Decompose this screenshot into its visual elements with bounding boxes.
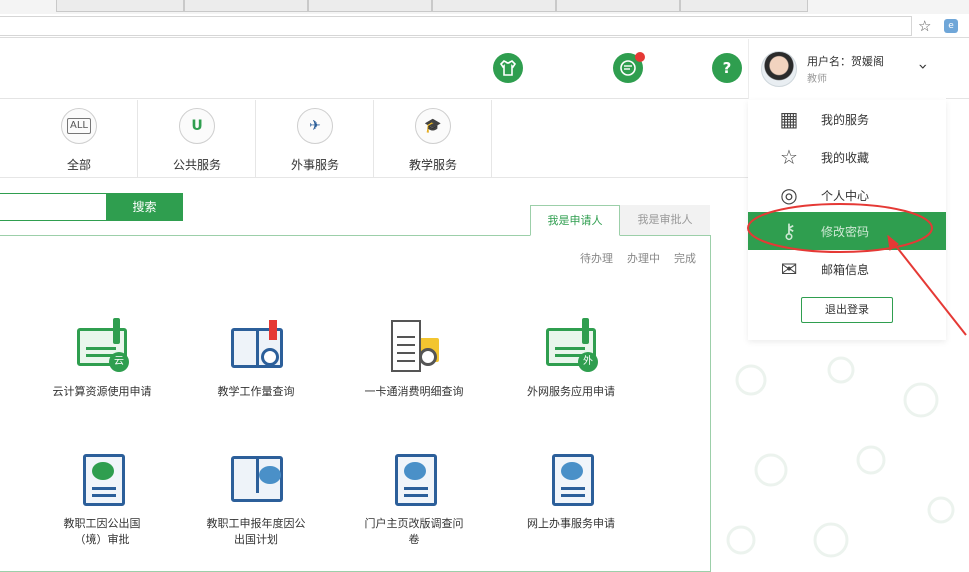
category-label: 公共服务 <box>172 158 221 172</box>
mail-icon: ✉ <box>780 257 798 281</box>
browser-tab[interactable] <box>184 0 308 12</box>
menu-item-label: 修改密码 <box>821 225 870 239</box>
online-service-icon <box>542 450 600 508</box>
browser-extension-icon[interactable]: e <box>944 19 958 33</box>
notification-badge <box>635 52 645 62</box>
user-icon: ◎ <box>780 183 798 207</box>
menu-item-change-password[interactable]: ⚷ 修改密码 <box>748 212 946 250</box>
category-public-service[interactable]: U 公共服务 <box>138 100 256 178</box>
app-label: 教职工申报年度因公 出国计划 <box>206 517 306 546</box>
menu-item-label: 我的服务 <box>821 113 870 127</box>
app-cloud-resource[interactable]: 云 云计算资源使用申请 <box>27 318 177 400</box>
filter-pending[interactable]: 待办理 <box>580 250 613 266</box>
annual-plan-icon <box>227 450 285 508</box>
user-name: 用户名：贺媛阁 <box>807 55 884 68</box>
tab-approver[interactable]: 我是审批人 <box>620 205 710 236</box>
app-travel-approval[interactable]: 教职工因公出国 （境）审批 <box>27 450 177 548</box>
category-label: 全部 <box>66 158 91 172</box>
avatar <box>761 51 797 87</box>
user-menu-toggle[interactable]: 用户名：贺媛阁 教师 ‹ <box>748 39 946 99</box>
browser-tab[interactable] <box>680 0 808 12</box>
search-input[interactable] <box>0 193 107 221</box>
logout-button[interactable]: 退出登录 <box>801 297 893 323</box>
category-teaching[interactable]: 🎓 教学服务 <box>374 100 492 178</box>
category-foreign-affairs[interactable]: ✈ 外事服务 <box>256 100 374 178</box>
menu-item-label: 个人中心 <box>821 189 870 203</box>
card-consumption-icon <box>385 318 443 376</box>
app-portal-survey[interactable]: 门户主页改版调查问 卷 <box>339 450 489 548</box>
browser-tab[interactable] <box>308 0 432 12</box>
bookmark-star-icon[interactable]: ☆ <box>918 17 931 35</box>
category-bar: ALL 全部 U 公共服务 ✈ 外事服务 🎓 教学服务 <box>0 100 750 178</box>
external-network-icon: 外 <box>542 318 600 376</box>
menu-item-label: 我的收藏 <box>821 151 870 165</box>
browser-toolbar: ☆ e <box>0 14 969 38</box>
app-label: 教学工作量查询 <box>217 385 295 398</box>
app-card-consumption[interactable]: 一卡通消费明细查询 <box>339 318 489 400</box>
graduation-cap-icon: 🎓 <box>415 108 451 144</box>
menu-item-my-services[interactable]: ▦ 我的服务 <box>748 100 946 138</box>
travel-approval-icon <box>73 450 131 508</box>
app-label: 教职工因公出国 （境）审批 <box>63 517 141 546</box>
shirt-icon[interactable] <box>493 53 523 83</box>
tab-applicant[interactable]: 我是申请人 <box>530 205 620 236</box>
browser-tab[interactable] <box>432 0 556 12</box>
app-annual-plan[interactable]: 教职工申报年度因公 出国计划 <box>181 450 331 548</box>
category-label: 教学服务 <box>408 158 457 172</box>
public-service-icon: U <box>179 108 215 144</box>
app-label: 云计算资源使用申请 <box>52 385 152 398</box>
chevron-up-icon[interactable]: ‹ <box>913 63 932 69</box>
address-bar[interactable] <box>0 16 912 36</box>
cloud-computing-icon: 云 <box>73 318 131 376</box>
teaching-workload-icon <box>227 318 285 376</box>
browser-tab[interactable] <box>56 0 184 12</box>
app-online-service[interactable]: 网上办事服务申请 <box>496 450 646 532</box>
category-all[interactable]: ALL 全部 <box>20 100 138 178</box>
menu-item-favorites[interactable]: ☆ 我的收藏 <box>748 138 946 176</box>
filter-completed[interactable]: 完成 <box>674 250 696 266</box>
airplane-icon: ✈ <box>297 108 333 144</box>
star-icon: ☆ <box>780 145 798 169</box>
filter-in-progress[interactable]: 办理中 <box>627 250 660 266</box>
app-label: 一卡通消费明细查询 <box>364 385 464 398</box>
background-pattern <box>726 356 955 558</box>
app-label: 网上办事服务申请 <box>527 517 615 530</box>
help-icon[interactable]: ? <box>712 53 742 83</box>
key-icon: ⚷ <box>781 219 797 243</box>
search-button[interactable]: 搜索 <box>106 193 183 221</box>
menu-item-mailbox[interactable]: ✉ 邮箱信息 <box>748 250 946 288</box>
category-label: 外事服务 <box>290 158 339 172</box>
app-teaching-workload[interactable]: 教学工作量查询 <box>181 318 331 400</box>
survey-icon <box>385 450 443 508</box>
grid-icon: ▦ <box>779 107 799 131</box>
user-role: 教师 <box>807 74 827 85</box>
menu-item-label: 邮箱信息 <box>821 263 870 277</box>
app-external-network[interactable]: 外 外网服务应用申请 <box>496 318 646 400</box>
all-icon: ALL <box>61 108 97 144</box>
app-label: 门户主页改版调查问 卷 <box>364 517 464 546</box>
browser-tab[interactable] <box>556 0 680 12</box>
browser-tab-strip <box>0 0 969 14</box>
menu-item-profile[interactable]: ◎ 个人中心 <box>748 176 946 214</box>
app-label: 外网服务应用申请 <box>527 385 615 398</box>
notification-icon[interactable] <box>613 52 645 83</box>
